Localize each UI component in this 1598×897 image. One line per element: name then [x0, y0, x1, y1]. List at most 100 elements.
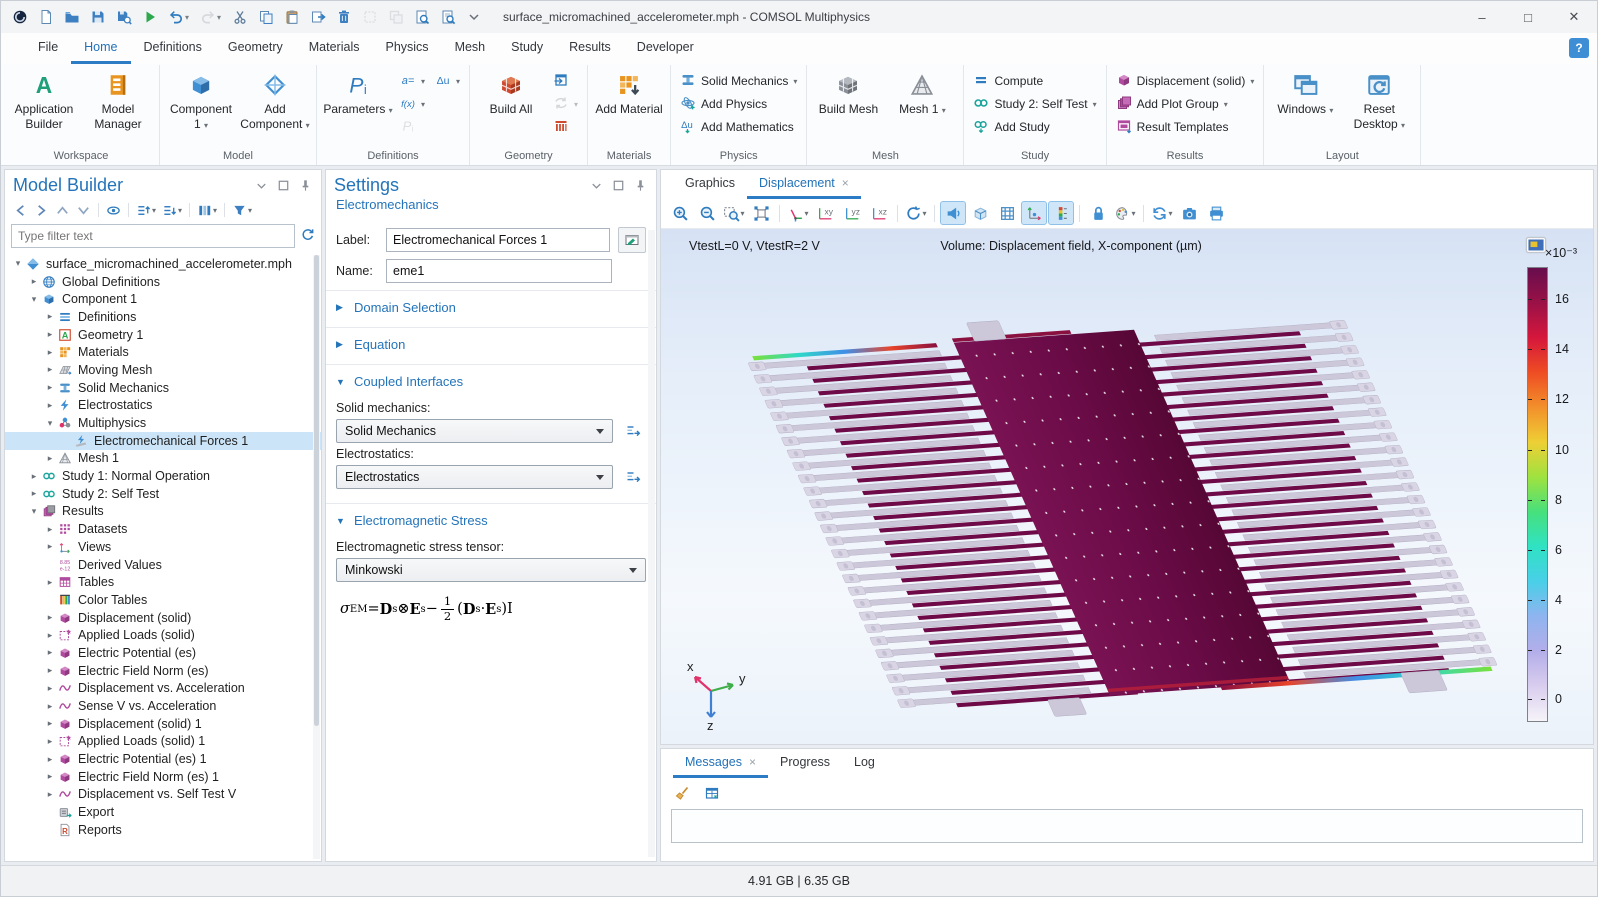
menu-physics[interactable]: Physics	[372, 33, 441, 64]
zoom-in-button[interactable]	[667, 201, 693, 225]
minimize-button[interactable]: –	[1459, 1, 1505, 33]
tree-expander[interactable]: ▸	[27, 488, 41, 499]
tree-scrollbar[interactable]	[313, 255, 320, 859]
tree-expander[interactable]: ▾	[27, 506, 41, 517]
tree-expander[interactable]: ▸	[43, 789, 57, 800]
tree-expander[interactable]: ▾	[11, 258, 25, 269]
customize-toolbar-button[interactable]	[461, 5, 487, 29]
model-manager-button[interactable]: Model Manager	[81, 65, 155, 134]
tree-expander[interactable]: ▸	[43, 541, 57, 552]
graphics-tab-displacement[interactable]: Displacement×	[747, 170, 861, 199]
menu-mesh[interactable]: Mesh	[442, 33, 499, 64]
go-to-xz-view-button[interactable]: xz	[866, 201, 892, 225]
collapse-refresh-icon[interactable]	[300, 227, 315, 245]
compute-button[interactable]: Compute	[968, 70, 1101, 92]
tree-item-electromechanical-forces-1[interactable]: Electromechanical Forces 1	[5, 432, 321, 450]
filter-input[interactable]	[11, 224, 295, 248]
cut-button[interactable]	[227, 5, 253, 29]
import-button[interactable]	[548, 70, 583, 92]
tree-expander[interactable]: ▸	[43, 630, 57, 641]
zoom-out-button[interactable]	[694, 201, 720, 225]
build-mesh-button[interactable]: Build Mesh	[811, 65, 885, 119]
tree-item-datasets[interactable]: ▸Datasets	[5, 520, 321, 538]
show-axis-orientation-button[interactable]	[1021, 201, 1047, 225]
tree-item-moving-mesh[interactable]: ▸Moving Mesh	[5, 361, 321, 379]
tree-expander[interactable]: ▸	[43, 577, 57, 588]
new-file-button[interactable]	[33, 5, 59, 29]
application-builder-button[interactable]: AApplication Builder	[7, 65, 81, 134]
scene-rotation-button[interactable]: ▾	[903, 201, 929, 225]
move-up-button[interactable]: ▾	[134, 200, 158, 220]
tree-item-sense-v-vs-acceleration[interactable]: ▸Sense V vs. Acceleration	[5, 697, 321, 715]
tree-item-electric-potential-es-1[interactable]: ▸Electric Potential (es) 1	[5, 750, 321, 768]
nav-up-button[interactable]	[53, 200, 72, 220]
section-coupled-interfaces[interactable]: ▼ Coupled Interfaces	[326, 364, 656, 397]
messages-tab-progress[interactable]: Progress	[768, 749, 842, 778]
scene-light-button[interactable]	[940, 201, 966, 225]
copy-selection-button[interactable]	[357, 5, 383, 29]
go-to-xy-view-button[interactable]: xy	[812, 201, 838, 225]
reset-desktop-button[interactable]: Reset Desktop ▾	[1342, 65, 1416, 134]
copy-button[interactable]	[253, 5, 279, 29]
find-button[interactable]	[409, 5, 435, 29]
tree-item-study-1-normal-operation[interactable]: ▸Study 1: Normal Operation	[5, 467, 321, 485]
tree-item-surface-micromachined-accelerometer-mph[interactable]: ▾surface_micromachined_accelerometer.mph	[5, 255, 321, 273]
tree-expander[interactable]: ▸	[43, 647, 57, 658]
maximize-button[interactable]: □	[1505, 1, 1551, 33]
zoom-extents-button[interactable]	[748, 201, 774, 225]
menu-home[interactable]: Home	[71, 33, 130, 64]
result-templates-button[interactable]: Result Templates	[1111, 116, 1260, 138]
lock-camera-button[interactable]	[1085, 201, 1111, 225]
find-results-button[interactable]	[435, 5, 461, 29]
electrostatics-dropdown[interactable]: Electrostatics	[336, 465, 613, 489]
functions-button[interactable]: f(x)▾	[395, 93, 430, 115]
graphics-canvas[interactable]: VtestL=0 V, VtestR=2 V Volume: Displacem…	[661, 229, 1593, 744]
float-panel-icon[interactable]	[276, 178, 291, 193]
tree-expander[interactable]: ▸	[27, 276, 41, 287]
tree-expander[interactable]: ▸	[43, 754, 57, 765]
windows-button[interactable]: Windows ▾	[1268, 65, 1342, 119]
stress-tensor-dropdown[interactable]: Minkowski	[336, 558, 646, 582]
tree-item-electrostatics[interactable]: ▸Electrostatics	[5, 397, 321, 415]
tree-item-displacement-solid-[interactable]: ▸Displacement (solid)	[5, 609, 321, 627]
add-material-button[interactable]: Add Material	[592, 65, 666, 119]
show-color-legend-button[interactable]	[1048, 201, 1074, 225]
show-eye-button[interactable]	[104, 200, 123, 220]
add-component-button[interactable]: Add Component ▾	[238, 65, 312, 134]
tree-expander[interactable]: ▸	[43, 736, 57, 747]
section-electromagnetic-stress[interactable]: ▼ Electromagnetic Stress	[326, 503, 656, 536]
tree-expander[interactable]: ▸	[43, 453, 57, 464]
close-button[interactable]: ✕	[1551, 1, 1597, 33]
tree-item-multiphysics[interactable]: ▾Multiphysics	[5, 414, 321, 432]
livelink-button[interactable]: ▾	[548, 93, 583, 115]
settings-scrollbar[interactable]	[648, 230, 655, 857]
tree-item-export[interactable]: Export	[5, 803, 321, 821]
tree-expander[interactable]: ▸	[43, 364, 57, 375]
tree-expander[interactable]: ▸	[43, 701, 57, 712]
add-plot-group-button[interactable]: Add Plot Group▾	[1111, 93, 1260, 115]
tree-expander[interactable]: ▸	[43, 612, 57, 623]
go-to-source-button[interactable]	[620, 419, 646, 443]
nav-left-button[interactable]	[11, 200, 30, 220]
tree-expander[interactable]: ▾	[27, 294, 41, 305]
parameters-button[interactable]: PiParameters ▾	[321, 65, 395, 119]
menu-file[interactable]: File	[25, 33, 71, 64]
default-view-button[interactable]: ▾	[785, 201, 811, 225]
menu-study[interactable]: Study	[498, 33, 556, 64]
name-field[interactable]	[386, 259, 612, 283]
add-study-button[interactable]: Add Study	[968, 116, 1101, 138]
solid-mechanics-dropdown[interactable]: Solid Mechanics	[336, 419, 613, 443]
help-icon[interactable]: ?	[1569, 38, 1589, 58]
duplicate-button[interactable]	[305, 5, 331, 29]
delete-button[interactable]	[331, 5, 357, 29]
transparency-button[interactable]	[967, 201, 993, 225]
parameter-case-button[interactable]: Pi	[395, 116, 430, 138]
move-down-button[interactable]: ▾	[160, 200, 184, 220]
tree-expander[interactable]: ▸	[43, 683, 57, 694]
physics-interface-button[interactable]: Solid Mechanics▾	[675, 70, 802, 92]
label-field[interactable]	[386, 228, 610, 252]
float-panel-icon[interactable]	[611, 178, 626, 193]
tree-item-displacement-vs-acceleration[interactable]: ▸Displacement vs. Acceleration	[5, 680, 321, 698]
paste-selection-button[interactable]	[383, 5, 409, 29]
save-recovery-button[interactable]	[111, 5, 137, 29]
